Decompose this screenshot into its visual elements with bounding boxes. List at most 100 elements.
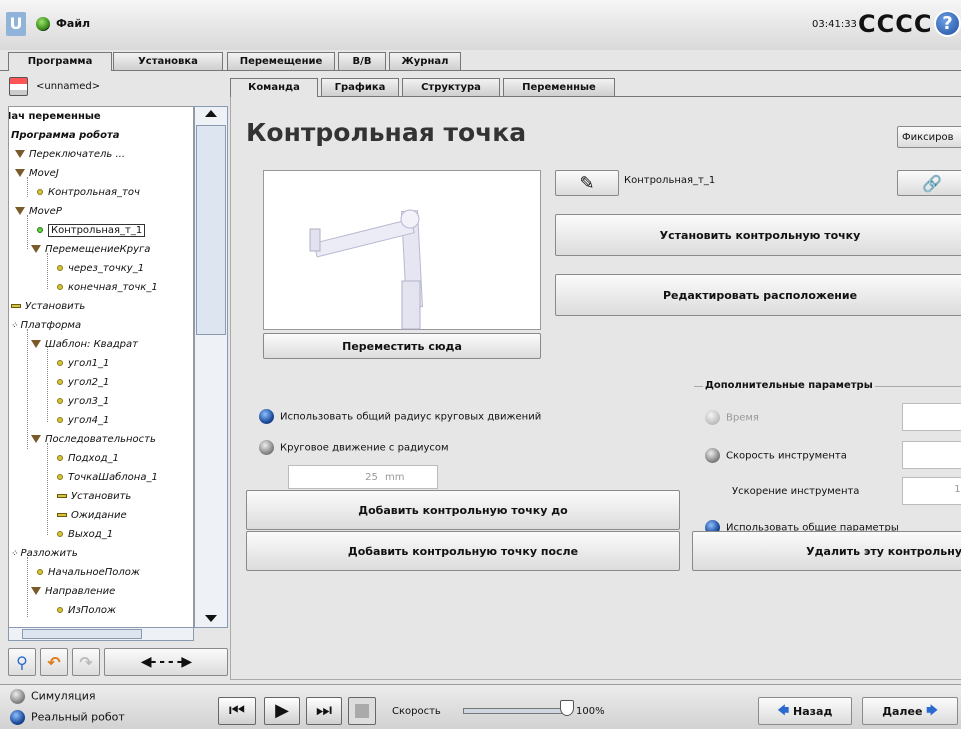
tree-item-exit[interactable]: Выход_1: [57, 525, 113, 544]
step-icon[interactable]: ⏭: [306, 697, 342, 725]
shared-blend-option[interactable]: Использовать общий радиус круговых движе…: [259, 409, 541, 424]
tree-item-set-2[interactable]: Установить: [57, 487, 131, 506]
folder-triangle-icon: [31, 340, 41, 348]
waypoint-name: Контрольная_т_1: [624, 175, 716, 186]
radio-selected-icon: [259, 409, 274, 424]
tree-item-depallet[interactable]: ⁘ Разложить: [11, 544, 78, 563]
move-node-icon[interactable]: ◀- - - -▶: [104, 648, 228, 676]
next-button[interactable]: Далее 🡆: [862, 697, 958, 725]
edit-position-button[interactable]: Редактировать расположение: [555, 274, 961, 316]
tree-line: [27, 177, 28, 197]
move-here-button[interactable]: Переместить сюда: [263, 333, 541, 359]
tab-command[interactable]: Команда: [230, 78, 318, 97]
tree-item-pallet[interactable]: ⁘ Платформа: [11, 316, 81, 335]
scroll-down-icon[interactable]: [205, 615, 217, 622]
tool-accel-input[interactable]: 12: [902, 477, 961, 505]
scroll-up-icon[interactable]: [205, 110, 217, 117]
rename-pencil-icon[interactable]: ✎: [555, 170, 619, 196]
tree-item-corner1[interactable]: угол1_1: [57, 354, 109, 373]
blend-radius-option[interactable]: Круговое движение с радиусом: [259, 440, 449, 455]
tool-speed-option[interactable]: Скорость инструмента: [705, 448, 847, 463]
tab-variables[interactable]: Переменные: [503, 78, 615, 96]
tree-item-switch[interactable]: Переключатель ...: [15, 145, 125, 164]
tab-structure[interactable]: Структура: [402, 78, 500, 96]
tree-item-robot-program[interactable]: Программа робота: [11, 126, 120, 145]
wait-icon: [57, 513, 67, 517]
file-menu[interactable]: Файл: [56, 17, 90, 30]
ur-logo-icon: U: [6, 12, 26, 36]
tree-item-from-pos[interactable]: ИзПолож: [57, 601, 116, 620]
waypoint-icon: [57, 265, 63, 271]
shared-params-option[interactable]: Использовать общие параметры: [705, 520, 950, 531]
play-icon[interactable]: ▶: [264, 697, 300, 725]
blend-radius-input[interactable]: 25 mm: [288, 465, 438, 489]
help-icon[interactable]: ?: [934, 10, 961, 37]
skip-back-icon[interactable]: ⏮: [218, 697, 256, 725]
tree-item-start-pos[interactable]: НачальноеПолож: [37, 563, 140, 582]
time-option[interactable]: Время: [705, 410, 759, 425]
set-icon: [11, 304, 21, 308]
advanced-params-title: Дополнительные параметры: [703, 380, 875, 391]
add-waypoint-after-button[interactable]: Добавить контрольную точку после: [246, 531, 680, 571]
tree-item-corner2[interactable]: угол2_1: [57, 373, 109, 392]
menu-icon[interactable]: [36, 17, 50, 31]
radio-unselected-icon: [705, 448, 720, 463]
add-waypoint-before-button[interactable]: Добавить контрольную точку до: [246, 490, 680, 530]
tree-item-sequence[interactable]: Последовательность: [31, 430, 156, 449]
tree-item-movej[interactable]: MoveJ: [15, 164, 59, 183]
set-icon: [57, 494, 67, 498]
tree-item-movep[interactable]: MoveP: [15, 202, 62, 221]
speed-slider[interactable]: [463, 708, 571, 714]
tree-item-wait[interactable]: Ожидание: [57, 506, 127, 525]
tree-item-end-point[interactable]: конечная_точк_1: [57, 278, 158, 297]
delete-waypoint-button[interactable]: Удалить эту контрольну: [692, 531, 961, 571]
tree-item-init-vars[interactable]: Нач переменные: [9, 107, 101, 126]
radio-disabled-icon: [705, 410, 720, 425]
tab-io[interactable]: В/В: [338, 52, 386, 70]
sub-tab-bar: Команда Графика Структура Переменные: [230, 77, 961, 97]
tab-move[interactable]: Перемещение: [227, 52, 335, 70]
folder-triangle-icon: [31, 435, 41, 443]
pallet-icon: ⁘: [11, 321, 19, 331]
tree-item-direction[interactable]: Направление: [31, 582, 115, 601]
simulation-option[interactable]: Симуляция: [10, 689, 96, 704]
page-title: Контрольная точка: [246, 118, 527, 147]
link-icon[interactable]: 🔗: [897, 170, 961, 196]
set-waypoint-button[interactable]: Установить контрольную точку: [555, 214, 961, 256]
robot-preview: [263, 170, 541, 330]
tree-item-pattern-point[interactable]: ТочкаШаблона_1: [57, 468, 158, 487]
tool-speed-input[interactable]: 2: [902, 441, 961, 469]
speed-slider-handle-icon[interactable]: [560, 700, 574, 716]
redo-icon[interactable]: ↷: [72, 648, 100, 676]
tab-log[interactable]: Журнал: [389, 52, 461, 70]
tab-program[interactable]: Программа: [8, 52, 112, 71]
tab-installation[interactable]: Установка: [113, 52, 223, 70]
tree-item-approach[interactable]: Подход_1: [57, 449, 119, 468]
back-button[interactable]: 🡄 Назад: [758, 697, 852, 725]
speed-slider-fill: [464, 709, 570, 713]
tree-item-waypoint[interactable]: Контрольная_точ: [37, 183, 140, 202]
time-input[interactable]: [902, 403, 961, 431]
undo-icon[interactable]: ↶: [40, 648, 68, 676]
tree-scroll-thumb[interactable]: [196, 125, 226, 335]
tree-item-movecircle[interactable]: ПеремещениеКруга: [31, 240, 150, 259]
tree-hscroll-thumb[interactable]: [22, 629, 142, 639]
waypoint-icon: [57, 417, 63, 423]
stop-icon[interactable]: [348, 697, 376, 725]
back-arrow-icon: 🡄: [777, 703, 790, 717]
save-icon[interactable]: [9, 77, 28, 96]
tree-line: [27, 215, 28, 249]
clock: 03:41:33: [812, 19, 857, 30]
tab-graphics[interactable]: Графика: [321, 78, 399, 96]
waypoint-icon: [37, 189, 43, 195]
search-icon[interactable]: ⚲: [8, 648, 36, 676]
real-robot-option[interactable]: Реальный робот: [10, 710, 125, 725]
tree-item-selected-waypoint[interactable]: Контрольная_т_1: [37, 221, 146, 240]
tree-item-set[interactable]: Установить: [11, 297, 85, 316]
waypoint-type-select[interactable]: Фиксиров: [897, 126, 961, 148]
tool-accel-label: Ускорение инструмента: [732, 486, 860, 497]
tree-item-corner3[interactable]: угол3_1: [57, 392, 109, 411]
tree-item-via-point[interactable]: через_точку_1: [57, 259, 144, 278]
tree-item-corner4[interactable]: угол4_1: [57, 411, 109, 430]
waypoint-icon: [57, 398, 63, 404]
